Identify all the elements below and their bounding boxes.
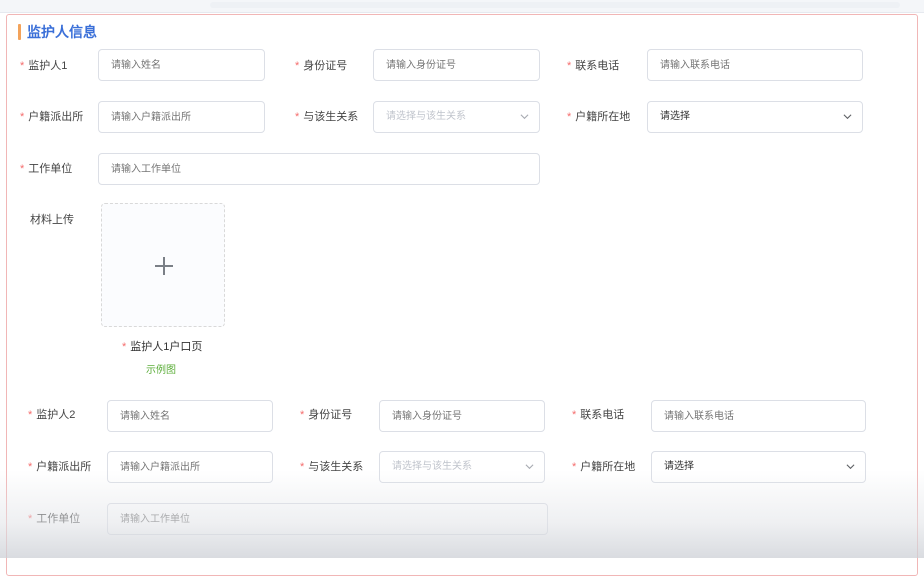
select-value: 请选择: [660, 111, 690, 122]
required-mark: *: [572, 461, 577, 473]
select-value: 请选择: [664, 461, 694, 472]
top-toolbar-strip: [0, 0, 924, 13]
required-mark: *: [28, 409, 33, 421]
chevron-down-icon: [520, 114, 529, 120]
required-mark: *: [20, 111, 25, 123]
required-mark: *: [20, 163, 25, 175]
upload-dropzone[interactable]: [101, 203, 225, 327]
guardian1-location-label: * 户籍所在地: [567, 111, 631, 123]
guardian1-id-label: * 身份证号: [295, 60, 348, 72]
guardian2-name-input[interactable]: [107, 400, 273, 432]
guardian2-location-label: * 户籍所在地: [572, 461, 636, 473]
guardian1-id-input[interactable]: [373, 49, 540, 81]
guardian2-location-select[interactable]: 请选择: [651, 451, 866, 483]
guardian2-police-input[interactable]: [107, 451, 273, 483]
materials-upload-label: 材料上传: [30, 214, 74, 226]
section-title: 监护人信息: [27, 24, 97, 40]
guardian2-phone-label: * 联系电话: [572, 409, 625, 421]
guardian2-id-label: * 身份证号: [300, 409, 353, 421]
required-mark: *: [567, 111, 572, 123]
guardian2-work-label: * 工作单位: [28, 513, 81, 525]
select-value: 请选择与该生关系: [392, 461, 472, 472]
top-strip-bar: [210, 2, 900, 8]
plus-icon: [163, 257, 165, 275]
guardian1-phone-input[interactable]: [647, 49, 863, 81]
guardian1-relation-label: * 与该生关系: [295, 111, 359, 123]
guardian1-work-input[interactable]: [98, 153, 540, 185]
guardian1-work-label: * 工作单位: [20, 163, 73, 175]
required-mark: *: [122, 341, 127, 353]
guardian1-police-label: * 户籍派出所: [20, 111, 84, 123]
chevron-down-icon: [525, 464, 534, 470]
guardian2-police-label: * 户籍派出所: [28, 461, 92, 473]
select-value: 请选择与该生关系: [386, 111, 466, 122]
required-mark: *: [572, 409, 577, 421]
upload-caption: * 监护人1户口页: [122, 341, 203, 353]
guardian2-work-input[interactable]: [107, 503, 548, 535]
required-mark: *: [295, 60, 300, 72]
guardian2-phone-input[interactable]: [651, 400, 866, 432]
required-mark: *: [28, 461, 33, 473]
guardian2-relation-label: * 与该生关系: [300, 461, 364, 473]
guardian1-location-select[interactable]: 请选择: [647, 101, 863, 133]
required-mark: *: [300, 409, 305, 421]
required-mark: *: [300, 461, 305, 473]
sample-image-link[interactable]: 示例图: [146, 361, 176, 376]
guardian1-name-input[interactable]: [98, 49, 265, 81]
guardian1-phone-label: * 联系电话: [567, 60, 620, 72]
required-mark: *: [28, 513, 33, 525]
required-mark: *: [295, 111, 300, 123]
required-mark: *: [20, 60, 25, 72]
section-title-marker: [18, 24, 21, 40]
required-mark: *: [567, 60, 572, 72]
guardian1-relation-select[interactable]: 请选择与该生关系: [373, 101, 540, 133]
guardian2-relation-select[interactable]: 请选择与该生关系: [379, 451, 545, 483]
chevron-down-icon: [846, 464, 855, 470]
guardian1-name-label: * 监护人1: [20, 60, 68, 72]
guardian2-id-input[interactable]: [379, 400, 545, 432]
guardian1-police-input[interactable]: [98, 101, 265, 133]
guardian2-name-label: * 监护人2: [28, 409, 76, 421]
chevron-down-icon: [843, 114, 852, 120]
